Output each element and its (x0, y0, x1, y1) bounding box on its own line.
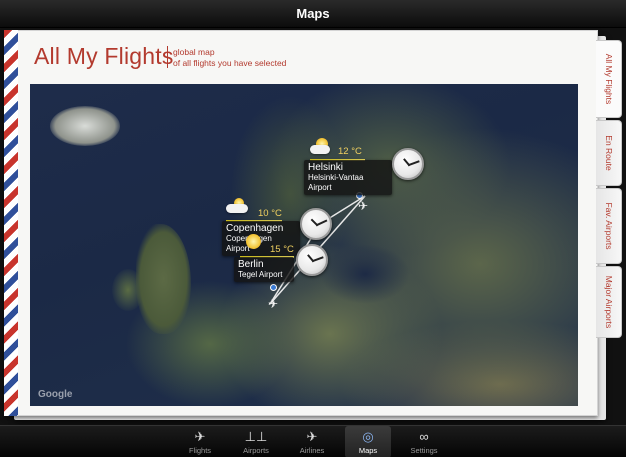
airline-icon: ✈ (306, 429, 318, 444)
nav-maps[interactable]: ◎ Maps (345, 426, 391, 457)
sun-cloud-icon (310, 138, 334, 154)
gear-icon: ∞ (419, 429, 429, 444)
berlin-airport: Tegel Airport (238, 270, 283, 279)
nav-airports[interactable]: ⊥⊥ Airports (233, 426, 279, 457)
tab-fav-airports[interactable]: Fav. Airports (596, 188, 622, 264)
flight-map[interactable]: ✈ ✈ 12 °C Helsinki Helsinki-Vantaa Airpo… (30, 84, 578, 406)
helsinki-airport: Helsinki-Vantaa Airport (308, 173, 364, 192)
tab-label: All My Flights (603, 53, 614, 105)
tab-label: Fav. Airports (603, 202, 614, 250)
nav-settings[interactable]: ∞ Settings (401, 426, 447, 457)
tab-en-route[interactable]: En Route (596, 120, 622, 186)
berlin-label[interactable]: Berlin Tegel Airport (234, 257, 294, 282)
copenhagen-clock (300, 208, 332, 240)
tab-all-my-flights[interactable]: All My Flights (596, 40, 622, 118)
airplane-icon: ✈ (194, 429, 206, 444)
subtitle-line-1: global map (173, 47, 215, 57)
helsinki-city: Helsinki (308, 162, 344, 173)
header-divider (167, 46, 168, 68)
bottom-tab-bar: ✈ Flights ⊥⊥ Airports ✈ Airlines ◎ Maps … (0, 425, 626, 457)
nav-label: Airports (243, 446, 269, 455)
nav-label: Flights (188, 446, 212, 455)
berlin-pin[interactable] (270, 284, 277, 291)
globe-icon: ◎ (362, 429, 374, 444)
page-subtitle: global map of all flights you have selec… (173, 47, 286, 69)
berlin-clock (296, 244, 328, 276)
tab-label: Major Airports (603, 275, 614, 329)
berlin-temp: 15 °C (270, 244, 294, 255)
nav-label: Airlines (299, 446, 325, 455)
helsinki-temp: 12 °C (338, 146, 362, 157)
tab-label: En Route (603, 135, 614, 171)
helsinki-label[interactable]: Helsinki Helsinki-Vantaa Airport (304, 160, 392, 195)
nav-flights[interactable]: ✈ Flights (177, 426, 223, 457)
top-bar: Maps (0, 0, 626, 28)
sun-icon (242, 234, 266, 250)
cloud-rain-icon (226, 198, 250, 214)
copenhagen-city: Copenhagen (226, 223, 284, 234)
airplane-icon[interactable]: ✈ (268, 298, 278, 310)
subtitle-line-2: of all flights you have selected (173, 58, 287, 68)
nav-label: Maps (358, 446, 378, 455)
berlin-city: Berlin (238, 259, 264, 270)
app-title: Maps (296, 6, 330, 21)
nav-airlines[interactable]: ✈ Airlines (289, 426, 335, 457)
helsinki-clock (392, 148, 424, 180)
nav-label: Settings (410, 446, 438, 455)
copenhagen-temp: 10 °C (258, 208, 282, 219)
tab-major-airports[interactable]: Major Airports (596, 266, 622, 338)
map-attribution: Google (38, 389, 73, 400)
page-title: All My Flights (34, 43, 174, 69)
airmail-stripe (4, 30, 18, 416)
airport-icon: ⊥⊥ (244, 429, 268, 444)
airplane-icon[interactable]: ✈ (358, 200, 368, 212)
